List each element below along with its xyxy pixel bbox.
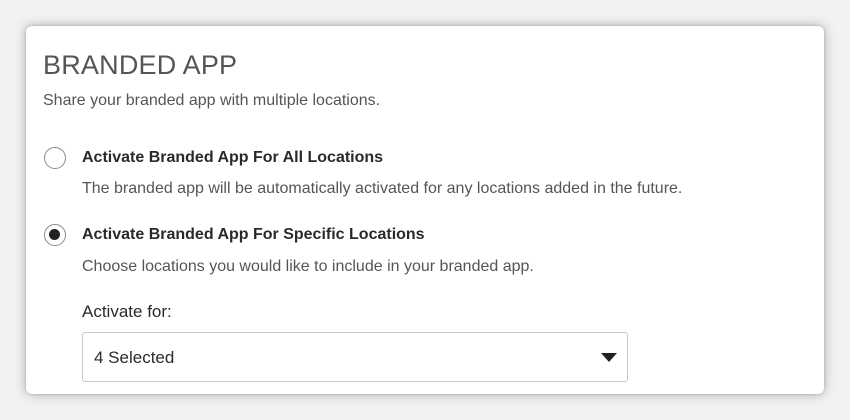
activate-for-dropdown[interactable]: 4 Selected <box>82 332 628 382</box>
option-all-locations-description: The branded app will be automatically ac… <box>82 180 683 197</box>
page-background: BRANDED APP Share your branded app with … <box>0 0 850 420</box>
radio-specific-locations[interactable] <box>44 224 66 246</box>
radio-all-locations[interactable] <box>44 147 66 169</box>
option-specific-locations-description: Choose locations you would like to inclu… <box>82 258 534 275</box>
option-all-locations-label[interactable]: Activate Branded App For All Locations <box>82 149 383 167</box>
activate-for-label: Activate for: <box>82 302 172 321</box>
section-title: BRANDED APP <box>43 50 238 80</box>
branded-app-card: BRANDED APP Share your branded app with … <box>26 26 824 394</box>
caret-down-icon <box>601 353 617 362</box>
option-specific-locations-label[interactable]: Activate Branded App For Specific Locati… <box>82 226 425 244</box>
section-subtitle: Share your branded app with multiple loc… <box>43 92 381 109</box>
dropdown-selected-value: 4 Selected <box>94 348 175 367</box>
radio-selected-dot <box>49 229 60 240</box>
